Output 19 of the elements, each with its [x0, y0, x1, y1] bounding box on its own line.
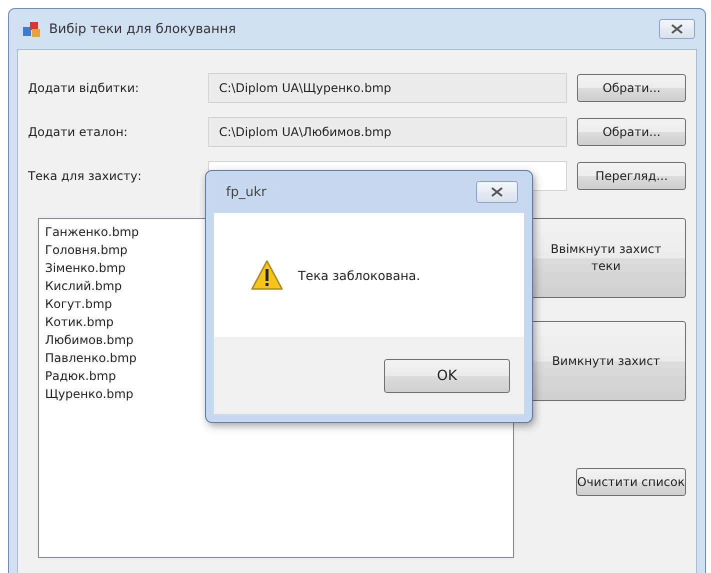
dialog-message: Тека заблокована. — [298, 268, 420, 282]
close-icon — [671, 24, 683, 34]
clear-list-button[interactable]: Очистити список — [576, 468, 686, 496]
field-label: Додати відбитки: — [28, 81, 140, 95]
field-label: Додати еталон: — [28, 125, 129, 139]
close-icon — [491, 187, 503, 197]
close-button[interactable] — [659, 19, 695, 39]
browse-button[interactable]: Перегляд... — [577, 162, 686, 190]
app-icon — [21, 20, 43, 38]
path-field[interactable]: C:\Diplom UA\Любимов.bmp — [208, 117, 568, 147]
ok-button[interactable]: OK — [384, 358, 510, 392]
window-title: Вибір теки для блокування — [49, 22, 237, 36]
field-label: Тека для захисту: — [28, 169, 142, 183]
warning-icon — [250, 259, 284, 291]
browse-button[interactable]: Обрати... — [577, 74, 686, 102]
browse-button[interactable]: Обрати... — [577, 118, 686, 146]
dialog-title: fp_ukr — [225, 184, 268, 200]
path-field[interactable]: C:\Diplom UA\Щуренко.bmp — [208, 73, 568, 103]
close-button[interactable] — [476, 181, 518, 203]
